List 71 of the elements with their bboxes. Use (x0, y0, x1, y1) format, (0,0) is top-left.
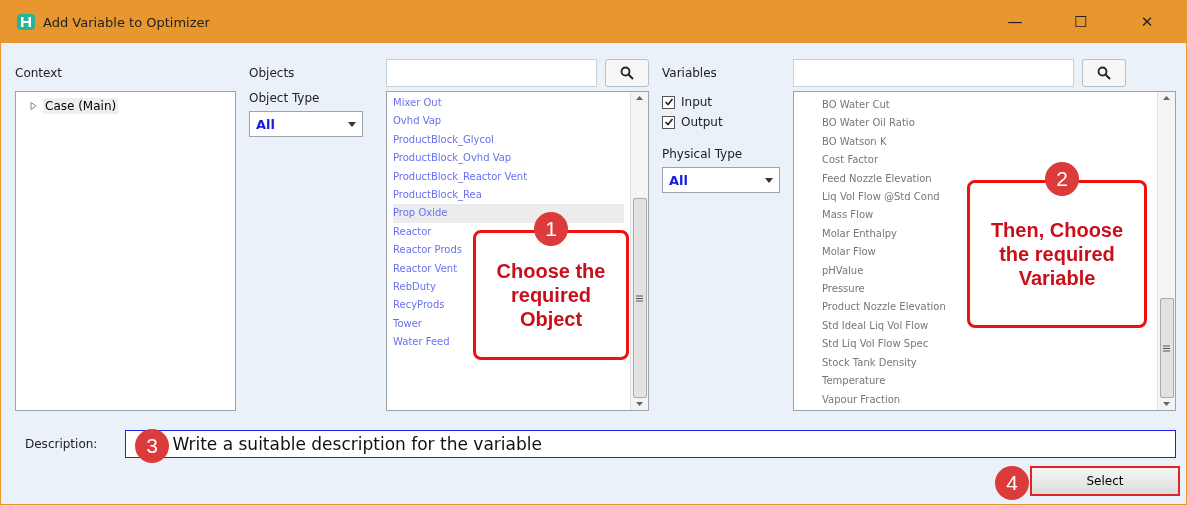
up-arrow-icon (636, 96, 643, 100)
caret-icon (765, 177, 773, 183)
object-item[interactable]: Mixer Out (393, 94, 442, 113)
variable-item[interactable]: Molar Flow (822, 243, 876, 262)
variable-item[interactable]: Stock Tank Density (822, 353, 917, 373)
grip-icon (1163, 344, 1170, 352)
caret-icon (348, 121, 356, 127)
context-label: Context (15, 66, 62, 80)
search-button[interactable] (605, 59, 649, 87)
variable-item[interactable]: Vapour Fraction (822, 390, 901, 409)
objects-search-field[interactable] (386, 59, 597, 87)
search-icon (620, 66, 634, 80)
object-item[interactable]: ProductBlock_Glycol (393, 130, 494, 150)
object-item[interactable]: Ovhd Vap (393, 112, 442, 131)
variable-item[interactable]: Feed Nozzle Elevation (822, 169, 932, 189)
scrollbar[interactable] (1157, 92, 1175, 410)
scroll-thumb[interactable] (632, 198, 647, 398)
down-arrow-icon (1163, 402, 1170, 406)
down-arrow-icon (636, 402, 643, 406)
variable-item[interactable]: BO Water Oil Ratio (822, 114, 915, 133)
grip-icon (636, 294, 643, 302)
description-label: Description: (25, 437, 98, 451)
object-item[interactable]: Reactor (393, 222, 432, 242)
variable-item[interactable]: BO Watson K (822, 132, 887, 152)
object-item[interactable]: ProductBlock_Ovhd Vap (393, 149, 512, 168)
objects-label: Objects (249, 66, 295, 80)
variable-item[interactable]: Product Nozzle Elevation (822, 298, 946, 317)
checkbox-label: Output (681, 115, 723, 129)
object-item[interactable]: Water Feed (393, 333, 450, 352)
object-item[interactable]: Prop Oxide (393, 204, 624, 223)
select-button[interactable]: Select (1030, 466, 1180, 496)
checkbox[interactable] (662, 95, 675, 109)
close-button[interactable]: ✕ (1118, 1, 1176, 43)
object-item[interactable]: RecyProds (393, 296, 445, 315)
object-item[interactable]: Reactor Prods (393, 241, 463, 260)
object-item[interactable]: ProductBlock_Reactor Vent (393, 167, 528, 187)
app-logo-icon (17, 14, 35, 30)
variable-item[interactable]: Liq Vol Flow @Std Cond (822, 188, 940, 207)
variable-item[interactable]: Pressure (822, 280, 865, 299)
step-badge: 4 (995, 466, 1029, 500)
object-item[interactable]: Reactor Vent (393, 259, 458, 279)
scroll-thumb[interactable] (1159, 298, 1174, 398)
variable-item[interactable]: BO Water Cut (822, 96, 890, 115)
scrollbar[interactable] (630, 92, 648, 410)
tree-item[interactable]: Case (Main) (43, 98, 119, 114)
search-button[interactable] (1082, 59, 1126, 87)
variable-item[interactable]: Temperature (822, 372, 886, 391)
search-icon (1097, 66, 1111, 80)
variables-label: Variables (662, 66, 717, 80)
physical-type-label: Physical Type (662, 147, 744, 161)
step-badge: 3 (135, 429, 169, 463)
physical-type-dropdown[interactable]: All (662, 167, 780, 193)
minimize-button[interactable]: — (986, 1, 1044, 43)
window-title: Add Variable to Optimizer (43, 14, 211, 30)
maximize-button[interactable]: ☐ (1052, 1, 1110, 43)
object-type-label: Object Type (249, 91, 321, 105)
checkbox-label: Input (681, 95, 713, 109)
collapsed-arrow-icon[interactable] (30, 102, 37, 110)
variable-item[interactable]: Mass Flow (822, 206, 874, 225)
object-item[interactable]: ProductBlock_Rea (393, 186, 482, 205)
object-item[interactable]: Tower (393, 314, 422, 334)
variable-item[interactable]: Molar Enthalpy (822, 224, 898, 244)
variables-search-field[interactable] (793, 59, 1074, 87)
checkbox[interactable] (662, 115, 675, 129)
variable-item[interactable]: Std Ideal Liq Vol Flow (822, 316, 929, 336)
variable-item[interactable]: pHValue (822, 261, 864, 281)
variable-item[interactable]: Cost Factor (822, 151, 879, 170)
object-item[interactable]: RebDuty (393, 278, 436, 297)
variable-item[interactable]: Std Liq Vol Flow Spec (822, 335, 929, 354)
up-arrow-icon (1163, 96, 1170, 100)
object-type-dropdown[interactable]: All (249, 111, 363, 137)
